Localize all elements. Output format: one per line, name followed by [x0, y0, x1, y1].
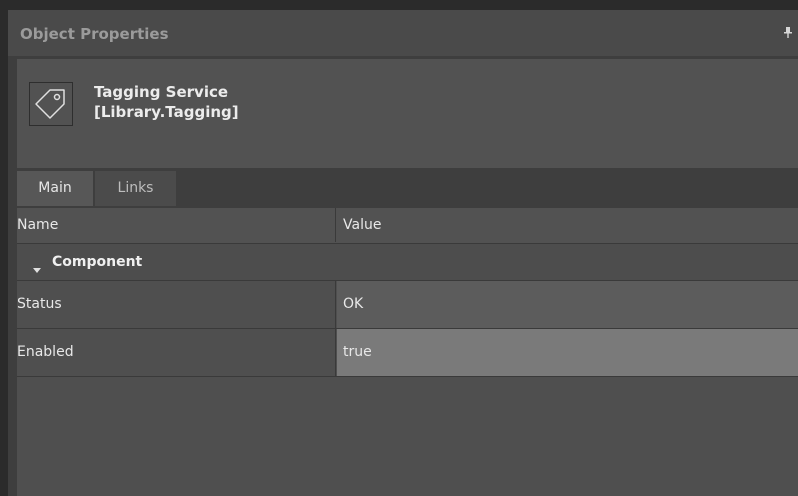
object-name: Tagging Service [94, 83, 229, 101]
category-label: Component [52, 254, 143, 270]
property-value[interactable]: true [337, 329, 798, 376]
grid-header: Name Value [17, 208, 798, 244]
column-header-name[interactable]: Name [17, 208, 336, 242]
category-row-component[interactable]: Component [17, 244, 798, 281]
panel-titlebar: Object Properties [8, 10, 798, 56]
object-title: Tagging Service [Library.Tagging] [94, 82, 239, 122]
tag-icon [29, 82, 73, 126]
property-name: Status [17, 281, 336, 328]
tab-main[interactable]: Main [17, 171, 93, 206]
grid-empty-area [17, 377, 798, 496]
property-name: Enabled [17, 329, 336, 376]
object-properties-panel: Object Properties Tagging Service [Libra… [8, 10, 798, 496]
pin-icon[interactable] [784, 27, 792, 40]
tab-links[interactable]: Links [95, 171, 176, 206]
collapse-arrow-icon[interactable] [33, 259, 41, 278]
object-type: [Library.Tagging] [94, 103, 239, 121]
property-value[interactable]: OK [337, 281, 798, 328]
panel-title: Object Properties [20, 25, 169, 43]
object-header: Tagging Service [Library.Tagging] [17, 59, 798, 168]
property-grid: Name Value Component Status OK Enabled t… [17, 208, 798, 496]
property-row[interactable]: Status OK [17, 281, 798, 329]
property-row[interactable]: Enabled true [17, 329, 798, 377]
column-header-value[interactable]: Value [337, 208, 798, 242]
